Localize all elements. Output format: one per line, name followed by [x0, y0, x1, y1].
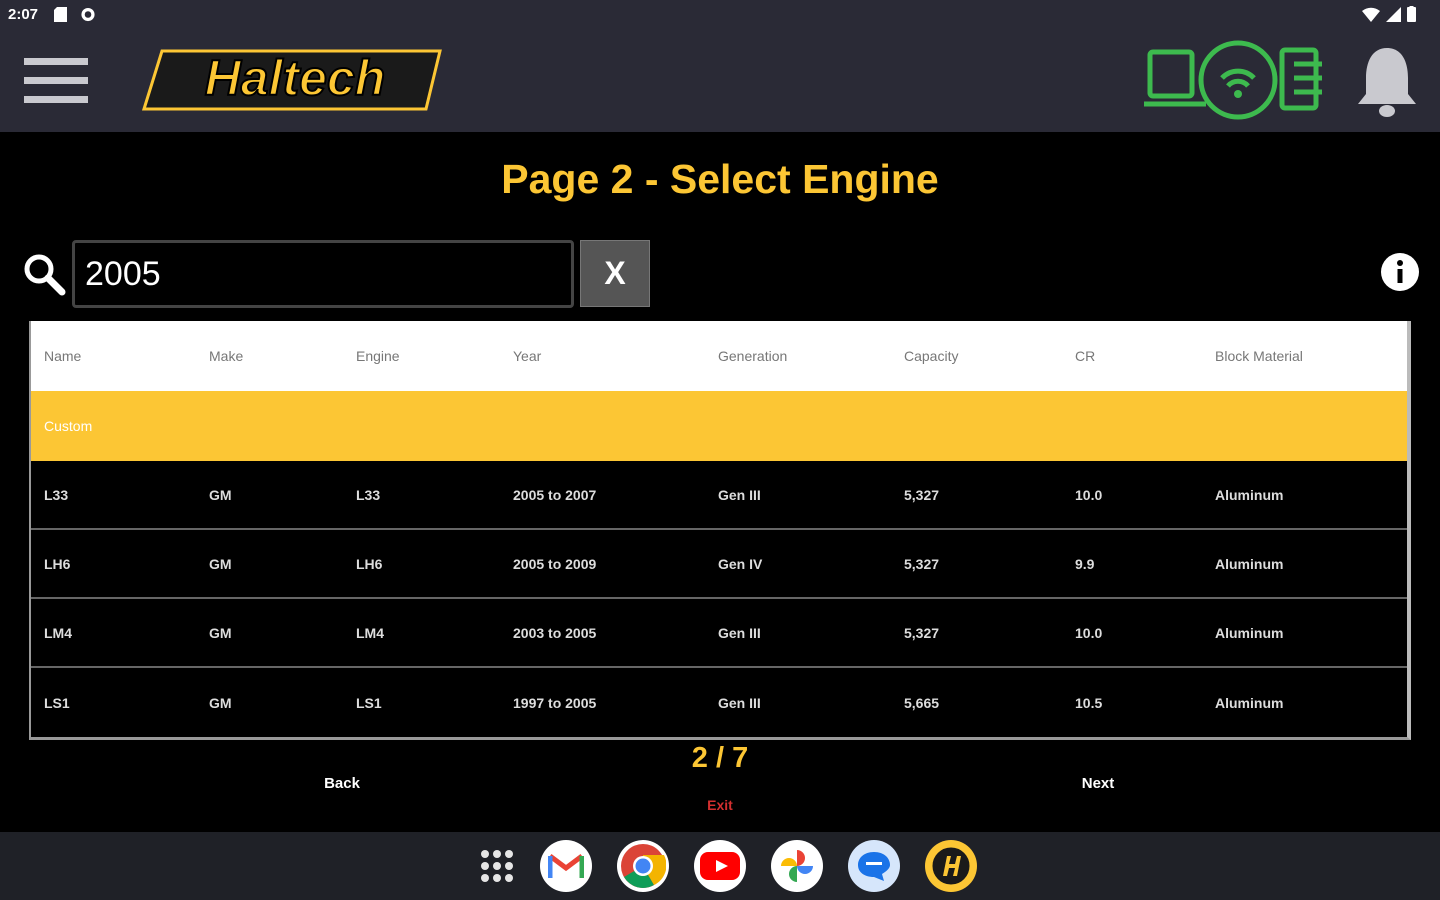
- cell-name: LS1: [44, 694, 70, 711]
- app-grid-icon[interactable]: [471, 840, 523, 892]
- cell-cr: 10.5: [1075, 694, 1103, 711]
- column-header-engine: Engine: [356, 348, 400, 364]
- back-button[interactable]: Back: [300, 775, 384, 799]
- cell-year: 2003 to 2005: [513, 624, 597, 641]
- cell-cr: 10.0: [1075, 624, 1103, 641]
- haltech-app-icon[interactable]: [925, 840, 977, 892]
- cell-block-material: Aluminum: [1215, 555, 1284, 572]
- engine-table: Name Make Engine Year Generation Capacit…: [29, 321, 1411, 740]
- status-time: 2:07: [8, 6, 39, 23]
- column-header-year: Year: [513, 348, 542, 364]
- cell-name: LH6: [44, 555, 71, 572]
- wifi-status-icon: [1362, 7, 1380, 22]
- search-icon: [24, 254, 66, 296]
- column-header-name: Name: [44, 348, 82, 364]
- cell-cr: 10.0: [1075, 486, 1103, 503]
- app-root: 2:07 Haltech Page 2 - Select Engine 2005…: [0, 0, 1440, 900]
- table-header-row: Name Make Engine Year Generation Capacit…: [31, 321, 1407, 391]
- column-header-generation: Generation: [718, 348, 788, 364]
- gmail-icon[interactable]: [540, 840, 592, 892]
- table-row[interactable]: LS1 GM LS1 1997 to 2005 Gen III 5,665 10…: [31, 668, 1407, 737]
- custom-engine-row[interactable]: Custom: [31, 391, 1407, 461]
- cell-name: L33: [44, 486, 69, 503]
- table-row[interactable]: LM4 GM LM4 2003 to 2005 Gen III 5,327 10…: [31, 599, 1407, 668]
- cell-make: GM: [209, 486, 232, 503]
- status-icons-right: [1362, 6, 1416, 22]
- cell-engine: LS1: [356, 694, 382, 711]
- signal-icon: [1386, 6, 1401, 22]
- sync-icon: [81, 7, 95, 22]
- sd-card-icon: [54, 7, 67, 22]
- cell-generation: Gen III: [718, 486, 761, 503]
- cell-year: 2005 to 2007: [513, 486, 597, 503]
- youtube-icon[interactable]: [694, 840, 746, 892]
- exit-button[interactable]: Exit: [690, 797, 750, 817]
- battery-icon: [1407, 6, 1416, 22]
- clear-search-button[interactable]: X: [580, 240, 650, 307]
- cell-name: LM4: [44, 624, 72, 641]
- column-header-capacity: Capacity: [904, 348, 959, 364]
- app-header: Haltech: [0, 30, 1440, 132]
- ecu-connection-icon[interactable]: [1144, 38, 1324, 122]
- cell-block-material: Aluminum: [1215, 694, 1284, 711]
- cell-make: GM: [209, 555, 232, 572]
- table-row[interactable]: LH6 GM LH6 2005 to 2009 Gen IV 5,327 9.9…: [31, 530, 1407, 599]
- messages-icon[interactable]: [848, 840, 900, 892]
- next-button[interactable]: Next: [1056, 775, 1140, 799]
- cell-engine: L33: [356, 486, 381, 503]
- page-indicator: 2 / 7: [691, 742, 749, 774]
- cell-block-material: Aluminum: [1215, 486, 1284, 503]
- search-input[interactable]: [72, 240, 574, 308]
- cell-capacity: 5,327: [904, 555, 940, 572]
- cell-year: 1997 to 2005: [513, 694, 597, 711]
- info-icon[interactable]: [1380, 252, 1420, 292]
- notification-bell-icon[interactable]: [1356, 44, 1418, 118]
- cell-generation: Gen III: [718, 624, 761, 641]
- column-header-cr: CR: [1075, 348, 1096, 364]
- cell-generation: Gen IV: [718, 555, 763, 572]
- chrome-icon[interactable]: [617, 840, 669, 892]
- cell-year: 2005 to 2009: [513, 555, 597, 572]
- cell-engine: LH6: [356, 555, 383, 572]
- cell-engine: LM4: [356, 624, 384, 641]
- logo-text: Haltech: [205, 50, 386, 106]
- cell-block-material: Aluminum: [1215, 624, 1284, 641]
- column-header-block-material: Block Material: [1215, 348, 1303, 364]
- cell-make: GM: [209, 694, 232, 711]
- photos-icon[interactable]: [771, 840, 823, 892]
- cell-cr: 9.9: [1075, 555, 1095, 572]
- table-row[interactable]: L33 GM L33 2005 to 2007 Gen III 5,327 10…: [31, 461, 1407, 530]
- haltech-logo: Haltech: [141, 49, 442, 111]
- page-title: Page 2 - Select Engine: [501, 156, 939, 202]
- cell-capacity: 5,327: [904, 624, 940, 641]
- custom-label: Custom: [44, 418, 93, 434]
- cell-generation: Gen III: [718, 694, 761, 711]
- cell-make: GM: [209, 624, 232, 641]
- cell-capacity: 5,665: [904, 694, 940, 711]
- app-dock: [0, 832, 1440, 900]
- status-bar: 2:07: [0, 0, 1440, 30]
- cell-capacity: 5,327: [904, 486, 940, 503]
- column-header-make: Make: [209, 348, 244, 364]
- hamburger-menu-icon[interactable]: [24, 58, 88, 104]
